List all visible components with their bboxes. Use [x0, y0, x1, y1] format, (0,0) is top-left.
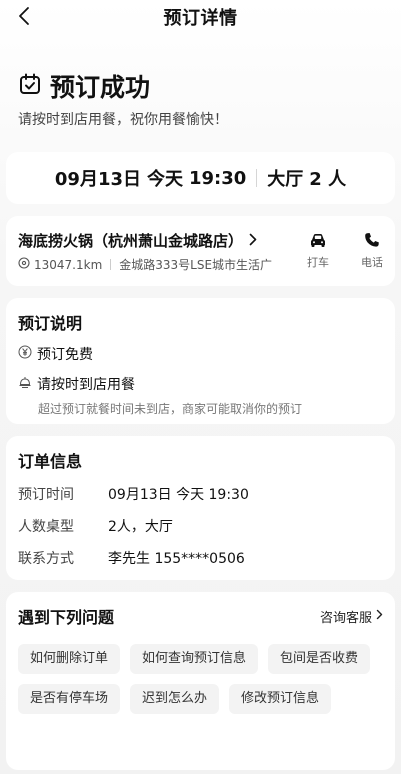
success-heading: 预订成功: [18, 72, 378, 103]
note-free: 预订免费: [18, 344, 383, 364]
chevron-right-icon: [249, 232, 257, 250]
faq-header: 遇到下列问题 咨询客服: [18, 604, 383, 628]
faq-chip[interactable]: 如何删除订单: [18, 644, 121, 674]
booking-party: 2 人: [309, 169, 347, 190]
divider: [110, 259, 112, 270]
order-title: 订单信息: [18, 452, 83, 471]
restaurant-name-link[interactable]: 海底捞火锅（杭州萧山金城路店）: [18, 230, 257, 251]
booking-area: 大厅: [267, 169, 304, 190]
note-ontime: 请按时到店用餐: [18, 374, 383, 394]
booking-summary-card: 09月13日 今天 19:30 大厅 2 人: [6, 152, 395, 204]
phone-icon: [352, 232, 392, 254]
faq-chip[interactable]: 如何查询预订信息: [130, 644, 259, 674]
order-info-card: 订单信息 预订时间 09月13日 今天 19:30 人数桌型 2人，大厅 联系方…: [6, 436, 395, 580]
faq-chip[interactable]: 迟到怎么办: [130, 684, 220, 714]
booking-date: 09月13日: [54, 169, 141, 190]
faq-title: 遇到下列问题: [18, 608, 115, 627]
order-row-contact: 联系方式 李先生 155****0506: [18, 548, 383, 568]
success-title: 预订成功: [50, 72, 151, 102]
order-label: 联系方式: [18, 551, 74, 567]
car-icon: [298, 232, 338, 254]
order-label: 预订时间: [18, 487, 74, 503]
restaurant-distance: 13047.1km: [34, 257, 103, 272]
calendar-check-icon: [18, 72, 42, 103]
restaurant-name: 海底捞火锅（杭州萧山金城路店）: [18, 232, 244, 250]
chevron-right-icon: [376, 609, 383, 624]
success-subtitle: 请按时到店用餐，祝你用餐愉快！: [18, 112, 228, 128]
order-row-time: 预订时间 09月13日 今天 19:30: [18, 484, 383, 504]
restaurant-location: 13047.1km 金城路333号LSE城市生活广: [18, 256, 272, 273]
alarm-bell-icon: [18, 375, 32, 393]
note-ontime-text: 请按时到店用餐: [37, 377, 135, 393]
order-label: 人数桌型: [18, 519, 74, 535]
restaurant-card: 海底捞火锅（杭州萧山金城路店） 13047.1km 金城路333号LSE城市生活…: [6, 216, 395, 286]
location-pin-icon: [18, 257, 30, 272]
order-value: 李先生 155****0506: [108, 551, 245, 567]
taxi-label: 打车: [307, 256, 329, 269]
note-ontime-desc: 超过预订就餐时间未到店，商家可能取消你的预订: [38, 402, 303, 416]
booking-time: 19:30: [189, 167, 247, 189]
customer-service-link[interactable]: 咨询客服: [320, 607, 383, 626]
faq-chip[interactable]: 包间是否收费: [268, 644, 371, 674]
faq-card: 遇到下列问题 咨询客服 如何删除订单 如何查询预订信息 包间是否收费 是否有停车…: [6, 592, 395, 770]
notes-title: 预订说明: [18, 314, 83, 333]
faq-chip-list: 如何删除订单 如何查询预订信息 包间是否收费 是否有停车场 迟到怎么办 修改预订…: [18, 644, 383, 714]
taxi-button[interactable]: 打车: [298, 232, 338, 270]
note-free-text: 预订免费: [37, 347, 93, 363]
phone-button[interactable]: 电话: [352, 232, 392, 270]
divider: [256, 169, 258, 187]
yen-icon: [18, 345, 32, 363]
order-value: 09月13日 今天 19:30: [108, 487, 249, 503]
phone-label: 电话: [361, 256, 383, 269]
page-title: 预订详情: [163, 8, 238, 29]
nav-bar: 预订详情: [0, 0, 401, 34]
order-row-party: 人数桌型 2人，大厅: [18, 516, 383, 536]
customer-service-label: 咨询客服: [319, 610, 372, 626]
booking-notes-card: 预订说明 预订免费 请按时到店用餐 超过预订就餐时间未到店，商家可能取消你的预订: [6, 298, 395, 424]
booking-day: 今天: [147, 169, 183, 190]
order-value: 2人，大厅: [108, 519, 173, 535]
restaurant-address: 金城路333号LSE城市生活广: [119, 258, 273, 272]
faq-chip[interactable]: 是否有停车场: [18, 684, 121, 714]
success-hero: 预订成功 请按时到店用餐，祝你用餐愉快！: [18, 72, 378, 129]
faq-chip[interactable]: 修改预订信息: [229, 684, 332, 714]
